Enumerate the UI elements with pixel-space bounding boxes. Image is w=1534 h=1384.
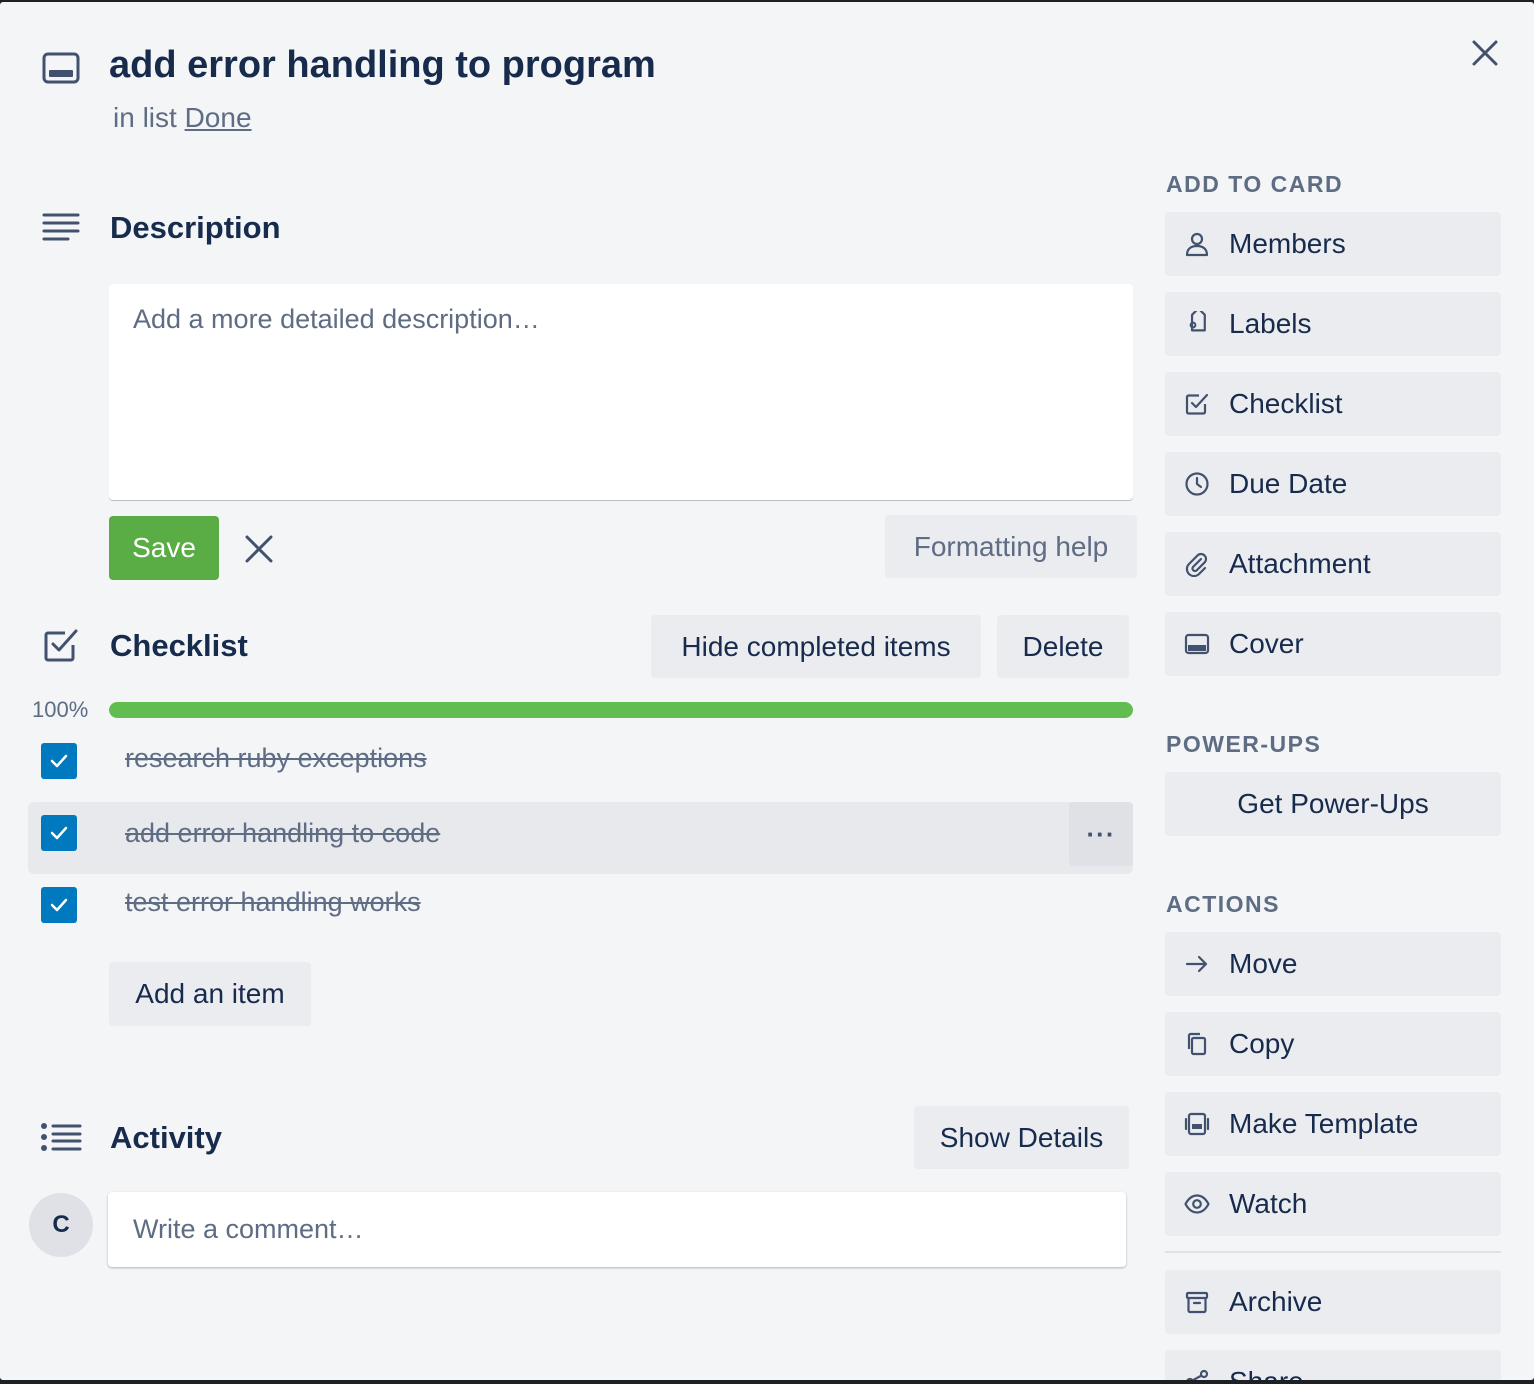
more-icon: ··· <box>1086 819 1116 849</box>
checklist-item-options-button[interactable]: ··· <box>1069 802 1133 866</box>
description-placeholder: Add a more detailed description… <box>133 304 540 334</box>
paperclip-icon <box>1185 552 1208 577</box>
copy-label: Copy <box>1229 1028 1295 1059</box>
power-ups-heading: POWER-UPS <box>1166 731 1322 757</box>
checklist-progress-bar <box>109 702 1133 718</box>
due-date-label: Due Date <box>1229 468 1348 499</box>
cover-label: Cover <box>1229 628 1304 659</box>
checklist-item-checkbox[interactable] <box>41 887 77 923</box>
add-to-card-heading: ADD TO CARD <box>1166 171 1344 197</box>
checklist-item[interactable]: test error handling works <box>28 869 1133 941</box>
checkmark-icon <box>50 898 68 912</box>
archive-button[interactable]: Archive <box>1165 1270 1501 1334</box>
actions-heading: ACTIONS <box>1166 891 1280 917</box>
share-button[interactable]: Share <box>1165 1350 1501 1380</box>
attachment-button[interactable]: Attachment <box>1165 532 1501 596</box>
checklist-progress-fill <box>109 702 1133 718</box>
checklist-add-button[interactable]: Checklist <box>1165 372 1501 436</box>
checklist-item-checkbox[interactable] <box>41 815 77 851</box>
get-power-ups-label: Get Power-Ups <box>1237 788 1429 819</box>
activity-heading: Activity <box>110 1120 222 1155</box>
list-link[interactable]: Done <box>185 102 252 133</box>
labels-label: Labels <box>1229 308 1312 339</box>
description-icon <box>42 212 80 242</box>
description-heading: Description <box>110 210 281 245</box>
close-icon <box>245 535 273 563</box>
watch-button[interactable]: Watch <box>1165 1172 1501 1236</box>
checklist-item[interactable]: add error handling to code ··· <box>28 802 1133 874</box>
add-item-button[interactable]: Add an item <box>109 962 311 1026</box>
arrow-right-icon <box>1185 955 1208 973</box>
card-icon <box>42 52 80 84</box>
checklist-item-text[interactable]: add error handling to code <box>125 818 440 849</box>
move-label: Move <box>1229 948 1298 979</box>
comment-input[interactable] <box>108 1192 1126 1267</box>
close-icon <box>1472 40 1498 66</box>
close-button[interactable] <box>1462 30 1508 76</box>
make-template-button[interactable]: Make Template <box>1165 1092 1501 1156</box>
checklist-heading[interactable]: Checklist <box>110 628 248 664</box>
hide-completed-button[interactable]: Hide completed items <box>651 615 981 678</box>
cancel-edit-button[interactable] <box>236 526 282 572</box>
copy-button[interactable]: Copy <box>1165 1012 1501 1076</box>
avatar[interactable]: C <box>29 1193 93 1257</box>
share-icon <box>1186 1369 1209 1380</box>
show-details-button[interactable]: Show Details <box>914 1106 1129 1169</box>
formatting-help-button[interactable]: Formatting help <box>885 515 1137 578</box>
delete-checklist-button[interactable]: Delete <box>997 615 1129 678</box>
checkbox-icon <box>1185 393 1209 415</box>
description-editor[interactable]: Add a more detailed description… <box>109 284 1133 500</box>
card-detail-modal: add error handling to program in list Do… <box>0 2 1534 1380</box>
archive-icon <box>1185 1291 1209 1314</box>
clock-icon <box>1185 472 1209 496</box>
in-list-prefix: in list <box>113 102 177 133</box>
card-cover-icon <box>1184 633 1210 655</box>
tag-icon <box>1189 311 1206 332</box>
checklist-progress-percent: 100% <box>32 697 89 722</box>
due-date-button[interactable]: Due Date <box>1165 452 1501 516</box>
cover-button[interactable]: Cover <box>1165 612 1501 676</box>
page-bottom-edge <box>0 1380 1534 1384</box>
checklist-item-checkbox[interactable] <box>41 743 77 779</box>
card-title[interactable]: add error handling to program <box>109 44 656 87</box>
members-button[interactable]: Members <box>1165 212 1501 276</box>
watch-label: Watch <box>1229 1188 1308 1219</box>
archive-label: Archive <box>1229 1286 1323 1317</box>
checklist-add-label: Checklist <box>1229 388 1343 419</box>
eye-icon <box>1184 1194 1210 1214</box>
make-template-label: Make Template <box>1229 1108 1419 1139</box>
copy-icon <box>1187 1032 1207 1056</box>
checkmark-icon <box>50 754 68 768</box>
checklist-item-text[interactable]: test error handling works <box>125 887 421 918</box>
labels-button[interactable]: Labels <box>1165 292 1501 356</box>
share-label: Share <box>1229 1366 1304 1380</box>
get-power-ups-button[interactable]: Get Power-Ups <box>1165 772 1501 836</box>
sidebar-divider <box>1165 1251 1501 1253</box>
activity-icon <box>40 1122 82 1152</box>
checklist-item[interactable]: research ruby exceptions <box>28 725 1133 797</box>
template-icon <box>1184 1112 1210 1136</box>
person-icon <box>1185 232 1209 257</box>
move-button[interactable]: Move <box>1165 932 1501 996</box>
attachment-label: Attachment <box>1229 548 1371 579</box>
save-button[interactable]: Save <box>109 516 219 580</box>
checklist-icon <box>43 627 79 663</box>
members-label: Members <box>1229 228 1346 259</box>
list-location: in list Done <box>113 102 252 134</box>
checkmark-icon <box>50 826 68 840</box>
checklist-item-text[interactable]: research ruby exceptions <box>125 743 427 774</box>
